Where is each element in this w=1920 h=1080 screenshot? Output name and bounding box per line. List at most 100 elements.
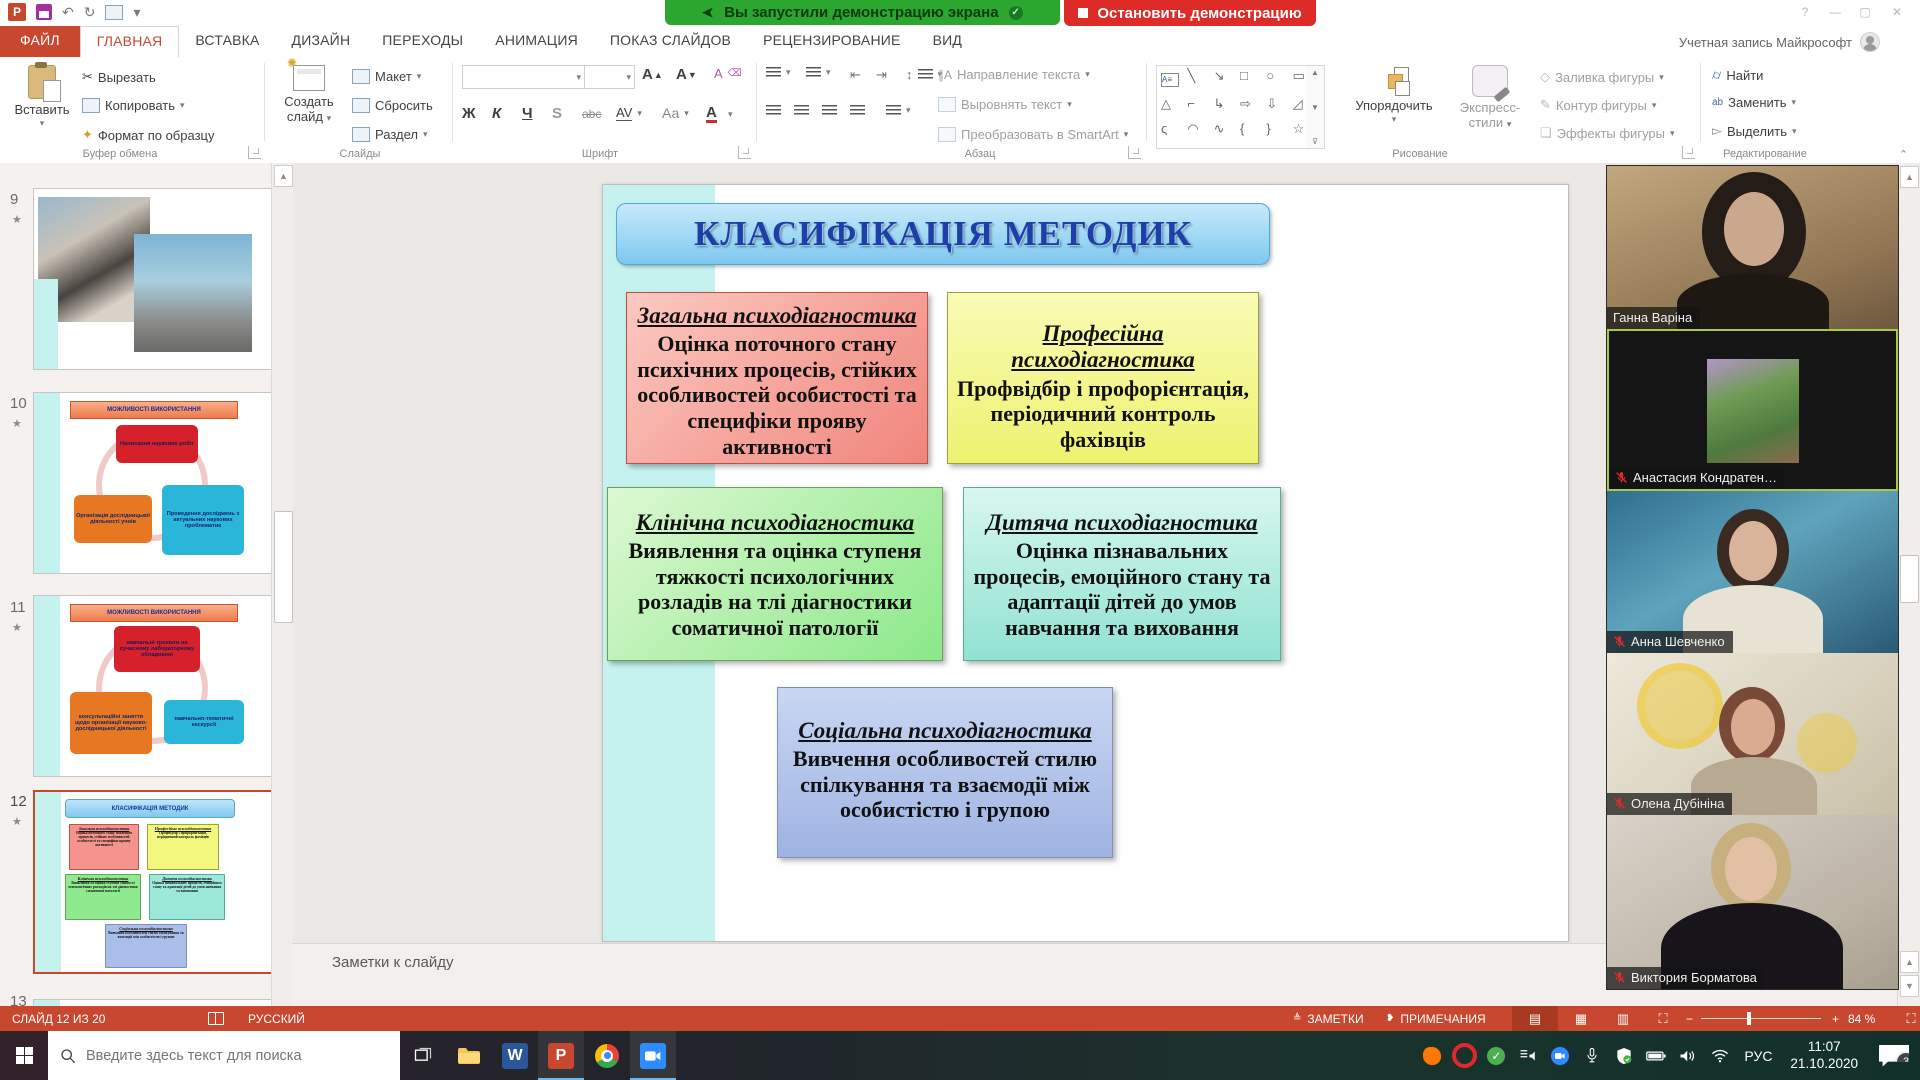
thumbnail-scroll-thumb[interactable] — [274, 511, 293, 623]
shape-oval-icon[interactable]: ○ — [1266, 68, 1284, 96]
zoom-slider-thumb[interactable] — [1747, 1012, 1751, 1025]
word-app-button[interactable]: W — [492, 1031, 538, 1080]
stop-share-button[interactable]: Остановить демонстрацию — [1064, 0, 1316, 26]
previous-slide-button[interactable]: ▲ — [1900, 951, 1919, 973]
spellcheck-icon[interactable] — [200, 1006, 232, 1031]
tab-review[interactable]: РЕЦЕНЗИРОВАНИЕ — [747, 26, 916, 57]
arrange-button[interactable]: Упорядочить ▾ — [1346, 67, 1442, 124]
zoom-level[interactable]: 84 % — [1840, 1006, 1883, 1031]
normal-view-button[interactable]: ▤ — [1512, 1006, 1558, 1031]
align-right-button[interactable] — [822, 105, 837, 116]
chrome-app-button[interactable] — [584, 1031, 630, 1080]
shape-down-arrow-icon[interactable]: ⇩ — [1266, 96, 1284, 121]
copy-button[interactable]: Копировать▾ — [82, 98, 185, 113]
shape-left-brace-icon[interactable]: { — [1240, 121, 1258, 146]
slide-box-clinical[interactable]: Клінічна психодіагностика Виявлення та о… — [607, 487, 943, 661]
clear-formatting-button[interactable]: A⌫ — [714, 66, 742, 81]
bullets-button[interactable]: ▾ — [766, 67, 791, 78]
tab-animations[interactable]: АНИМАЦИЯ — [479, 26, 594, 57]
shape-triangle-icon[interactable]: △ — [1161, 96, 1179, 121]
new-slide-button[interactable]: Создать слайд ▾ — [276, 65, 342, 125]
powerpoint-app-icon[interactable]: P — [8, 3, 26, 21]
textbox-shape-icon[interactable]: A≡ — [1161, 73, 1179, 87]
video-tile-2-active[interactable]: Анастасия Кондратен… — [1607, 329, 1898, 491]
shape-arc-icon[interactable]: ◠ — [1187, 121, 1205, 146]
tab-view[interactable]: ВИД — [917, 26, 978, 57]
video-tile-3[interactable]: Анна Шевченко — [1607, 491, 1898, 653]
shape-curve-icon[interactable]: ∿ — [1214, 121, 1232, 146]
shrink-font-button[interactable]: A▼ — [676, 66, 697, 83]
shadow-button[interactable]: S — [552, 105, 562, 122]
shape-scribble-icon[interactable]: ς — [1161, 121, 1179, 146]
decrease-indent-button[interactable]: ⇤ — [850, 67, 861, 83]
shapes-gallery-scrollbar[interactable]: ▲▼⊽ — [1306, 65, 1325, 149]
font-color-dropdown[interactable]: ▾ — [728, 109, 733, 120]
italic-button[interactable]: К — [492, 105, 501, 122]
minimize-button[interactable]: — — [1820, 5, 1850, 19]
speaker-tray-icon[interactable] — [1672, 1031, 1704, 1080]
slide-counter[interactable]: СЛАЙД 12 ИЗ 20 — [4, 1006, 113, 1031]
avast-tray-icon[interactable] — [1416, 1031, 1448, 1080]
slide-canvas[interactable]: КЛАСИФІКАЦІЯ МЕТОДИК Загальна психодіагн… — [602, 184, 1569, 942]
zoom-slider-track[interactable] — [1701, 1018, 1821, 1019]
undo-button[interactable]: ↶ — [62, 4, 74, 21]
slide-box-child[interactable]: Дитяча психодіагностика Оцінка пізнаваль… — [963, 487, 1281, 661]
zoom-out-button[interactable]: − — [1678, 1006, 1701, 1031]
task-view-button[interactable] — [400, 1031, 446, 1080]
grow-font-button[interactable]: A▲ — [642, 66, 663, 83]
tab-transitions[interactable]: ПЕРЕХОДЫ — [366, 26, 479, 57]
slide-thumbnail-10[interactable]: МОЖЛИВОСТІ ВИКОРИСТАННЯ Написання науков… — [33, 392, 272, 574]
columns-button[interactable]: ▾ — [886, 105, 911, 116]
section-button[interactable]: Раздел▾ — [352, 127, 428, 142]
paragraph-dialog-launcher[interactable] — [1128, 146, 1141, 159]
font-color-button[interactable]: А — [706, 105, 717, 123]
cut-button[interactable]: ✂Вырезать — [82, 69, 156, 85]
shapes-gallery[interactable]: A≡ ╲ ↘ □ ○ ▭ △ ⌐ ↳ ⇨ ⇩ ◿ ς ◠ ∿ { } ☆ — [1156, 65, 1316, 149]
shape-fill-button[interactable]: ◇Заливка фигуры▾ — [1540, 69, 1664, 85]
tab-design[interactable]: ДИЗАЙН — [276, 26, 367, 57]
language-indicator[interactable]: РУССКИЙ — [240, 1006, 313, 1031]
account-label[interactable]: Учетная запись Майкрософт — [1679, 32, 1880, 52]
close-button[interactable]: ✕ — [1882, 5, 1912, 19]
align-left-button[interactable] — [766, 105, 781, 116]
layout-button[interactable]: Макет▾ — [352, 69, 421, 84]
tab-file[interactable]: ФАЙЛ — [0, 26, 80, 57]
shape-arrow-icon[interactable]: ↘ — [1214, 68, 1232, 96]
slide-box-social[interactable]: Соціальна психодіагностика Вивчення особ… — [777, 687, 1113, 858]
video-tile-1[interactable]: Ганна Варіна — [1607, 166, 1898, 329]
customize-qat-dropdown[interactable]: ▾ — [133, 4, 140, 21]
character-spacing-button[interactable]: AV▾ — [616, 105, 642, 121]
justify-button[interactable] — [850, 105, 865, 116]
text-direction-button[interactable]: ∥AНаправление текста▾ — [938, 67, 1090, 82]
slide-box-professional[interactable]: Професійна психодіагностика Профвідбір і… — [947, 292, 1259, 464]
font-name-combo[interactable]: ▾ — [462, 65, 585, 89]
slide-title[interactable]: КЛАСИФІКАЦІЯ МЕТОДИК — [616, 203, 1270, 265]
thumbnail-scrollbar[interactable]: ▲ — [271, 163, 293, 1006]
align-text-button[interactable]: Выровнять текст▾ — [938, 97, 1072, 112]
shape-rectangle-icon[interactable]: □ — [1240, 68, 1258, 96]
align-center-button[interactable] — [794, 105, 809, 116]
redo-button[interactable]: ↻ — [84, 4, 96, 21]
tab-home[interactable]: ГЛАВНАЯ — [80, 26, 180, 57]
clipboard-dialog-launcher[interactable] — [248, 146, 261, 159]
zoom-app-button[interactable] — [630, 1031, 676, 1080]
fit-slide-button[interactable]: ⛶ — [1888, 1006, 1920, 1031]
microphone-tray-icon[interactable] — [1576, 1031, 1608, 1080]
line-spacing-button[interactable]: ↕▾ — [906, 67, 942, 82]
shape-right-arrow-icon[interactable]: ⇨ — [1240, 96, 1258, 121]
underline-button[interactable]: Ч — [522, 105, 533, 122]
change-case-button[interactable]: Аа▾ — [662, 105, 689, 121]
tab-slideshow[interactable]: ПОКАЗ СЛАЙДОВ — [594, 26, 747, 57]
taskbar-clock[interactable]: 11:07 21.10.2020 — [1780, 1039, 1868, 1073]
help-icon[interactable]: ? — [1790, 5, 1820, 19]
find-button[interactable]: ⌭Найти — [1712, 67, 1763, 83]
opera-tray-icon[interactable] — [1448, 1031, 1480, 1080]
start-button[interactable] — [0, 1031, 48, 1080]
thumbnail-scroll-up[interactable]: ▲ — [274, 165, 293, 187]
battery-tray-icon[interactable] — [1640, 1031, 1672, 1080]
font-dialog-launcher[interactable] — [738, 146, 751, 159]
quick-styles-button[interactable]: Экспресс- стили ▾ — [1448, 65, 1532, 131]
font-size-combo[interactable]: ▾ — [584, 65, 635, 89]
slide-thumbnail-11[interactable]: МОЖЛИВОСТІ ВИКОРИСТАННЯ навчальні тренін… — [33, 595, 272, 777]
convert-smartart-button[interactable]: Преобразовать в SmartArt▾ — [938, 127, 1128, 142]
